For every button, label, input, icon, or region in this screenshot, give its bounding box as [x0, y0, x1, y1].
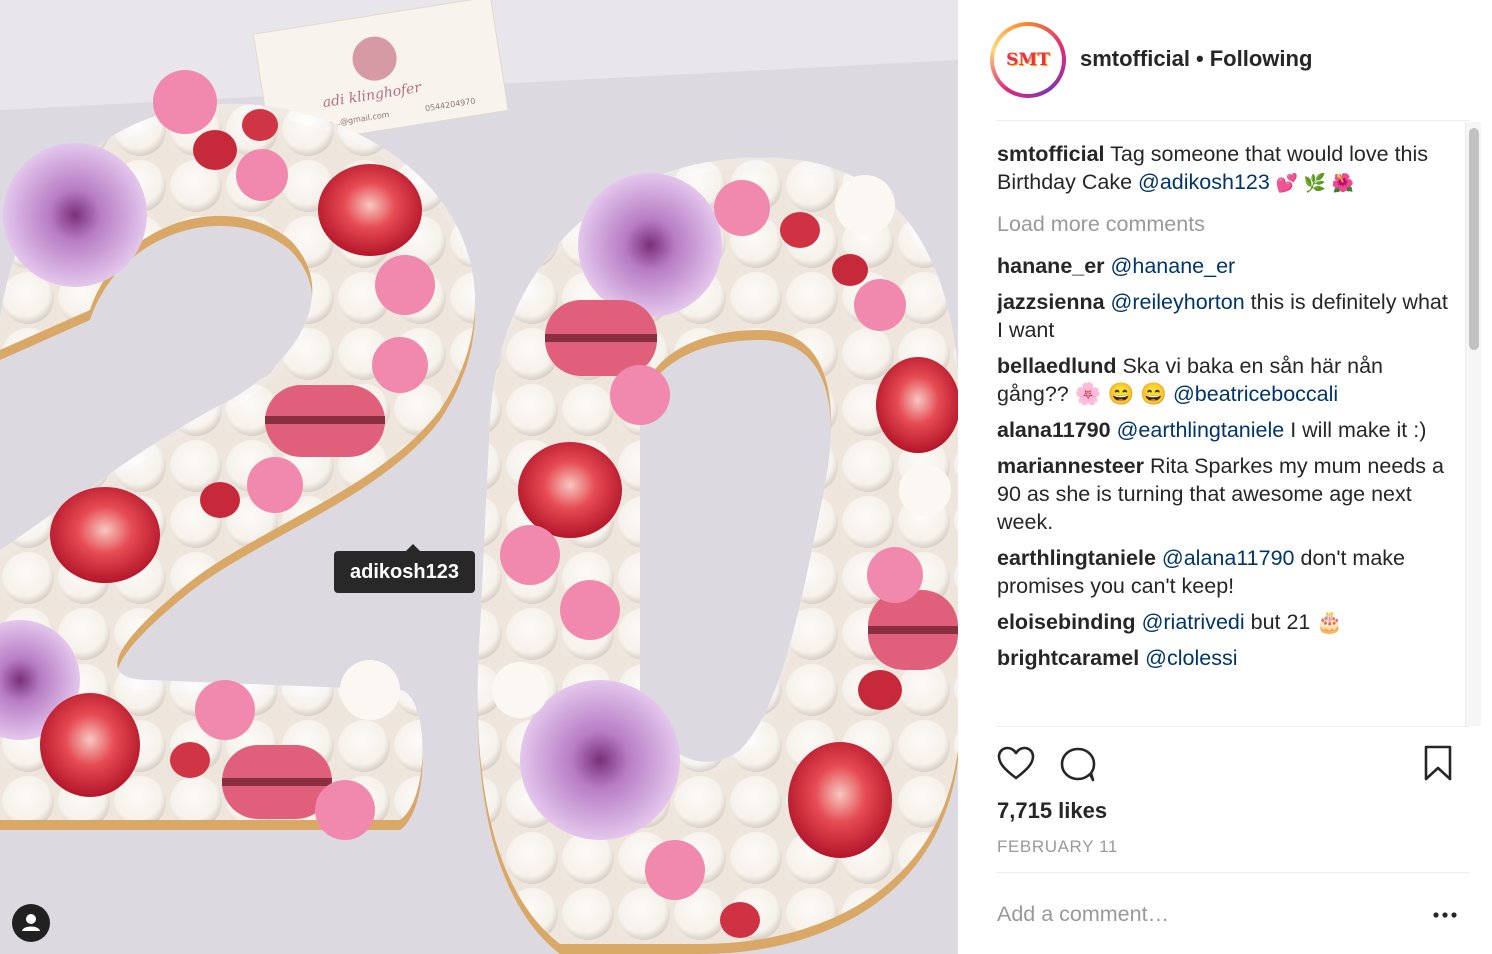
- comment-icon: [1060, 747, 1096, 782]
- more-options-button[interactable]: [1430, 900, 1460, 930]
- comment-item: brightcaramel @clolessi: [997, 644, 1451, 672]
- scrollbar-thumb[interactable]: [1469, 128, 1479, 350]
- load-more-comments-button[interactable]: Load more comments: [997, 210, 1451, 238]
- following-button[interactable]: Following: [1210, 46, 1313, 71]
- comment-text-after: but 21 🎂: [1244, 610, 1344, 634]
- person-icon: [22, 914, 40, 931]
- comment-username[interactable]: bellaedlund: [997, 354, 1116, 378]
- comment-item: alana11790 @earthlingtaniele I will make…: [997, 416, 1451, 444]
- comment-username[interactable]: eloisebinding: [997, 610, 1136, 634]
- comment-item: earthlingtaniele @alana11790 don't make …: [997, 544, 1451, 600]
- comment-item: bellaedlund Ska vi baka en sån här nån g…: [997, 352, 1451, 408]
- add-comment-divider: [996, 872, 1470, 873]
- actions-divider: [996, 726, 1470, 727]
- comment-username[interactable]: alana11790: [997, 418, 1111, 442]
- comment-item: mariannesteer Rita Sparkes my mum needs …: [997, 452, 1451, 536]
- likes-count[interactable]: 7,715 likes: [997, 798, 1107, 824]
- comment-mention[interactable]: @beatriceboccali: [1173, 382, 1338, 406]
- heart-icon: [997, 746, 1035, 780]
- header-username-link[interactable]: smtofficial: [1080, 46, 1190, 71]
- header-user-line: smtofficial • Following: [1080, 46, 1312, 72]
- header-divider: [996, 120, 1470, 121]
- comments-scrollbar[interactable]: [1465, 122, 1481, 726]
- like-button[interactable]: [996, 744, 1036, 784]
- comment-username[interactable]: brightcaramel: [997, 646, 1139, 670]
- comment-username[interactable]: jazzsienna: [997, 290, 1105, 314]
- avatar-image: SMT: [994, 26, 1062, 94]
- comment-username[interactable]: earthlingtaniele: [997, 546, 1156, 570]
- caption-emoji: 💕 🌿 🌺: [1269, 173, 1355, 194]
- user-tag-bubble[interactable]: adikosh123: [334, 544, 475, 593]
- comment-mention[interactable]: @riatrivedi: [1142, 610, 1245, 634]
- save-button[interactable]: [1418, 744, 1458, 784]
- post-header: SMT smtofficial • Following: [958, 0, 1492, 120]
- more-options-icon: [1433, 912, 1457, 918]
- avatar[interactable]: SMT: [990, 22, 1066, 98]
- comment-mention[interactable]: @alana11790: [1162, 546, 1295, 570]
- post-date[interactable]: FEBRUARY 11: [997, 837, 1118, 857]
- comment-username[interactable]: hanane_er: [997, 254, 1105, 278]
- comment-item: hanane_er @hanane_er: [997, 252, 1451, 280]
- comment-text-after: I will make it :): [1284, 418, 1427, 442]
- comment-item: jazzsienna @reileyhorton this is definit…: [997, 288, 1451, 344]
- post-side-panel: SMT smtofficial • Following smtofficial Ta…: [958, 0, 1492, 954]
- comment-mention[interactable]: @earthlingtaniele: [1117, 418, 1285, 442]
- comment-mention[interactable]: @hanane_er: [1111, 254, 1236, 278]
- avatar-logo-text: SMT: [1006, 50, 1050, 70]
- cake-photo-illustration: adi klinghofer adiklin...@gmail.com 0544…: [0, 0, 958, 954]
- post-photo[interactable]: adi klinghofer adiklin...@gmail.com 0544…: [0, 0, 958, 954]
- comment-username[interactable]: mariannesteer: [997, 454, 1144, 478]
- comment-button[interactable]: [1058, 744, 1098, 784]
- comments-list[interactable]: smtofficial Tag someone that would love …: [997, 140, 1451, 726]
- caption-username[interactable]: smtofficial: [997, 142, 1105, 166]
- caption: smtofficial Tag someone that would love …: [997, 140, 1451, 198]
- caption-mention[interactable]: @adikosh123: [1138, 170, 1270, 194]
- comment-mention[interactable]: @reileyhorton: [1111, 290, 1245, 314]
- bookmark-icon: [1424, 745, 1452, 781]
- header-separator: •: [1196, 46, 1204, 71]
- tagged-users-button[interactable]: [12, 904, 50, 942]
- comment-mention[interactable]: @clolessi: [1145, 646, 1237, 670]
- comment-item: eloisebinding @riatrivedi but 21 🎂: [997, 608, 1451, 636]
- add-comment-input[interactable]: [997, 896, 1417, 932]
